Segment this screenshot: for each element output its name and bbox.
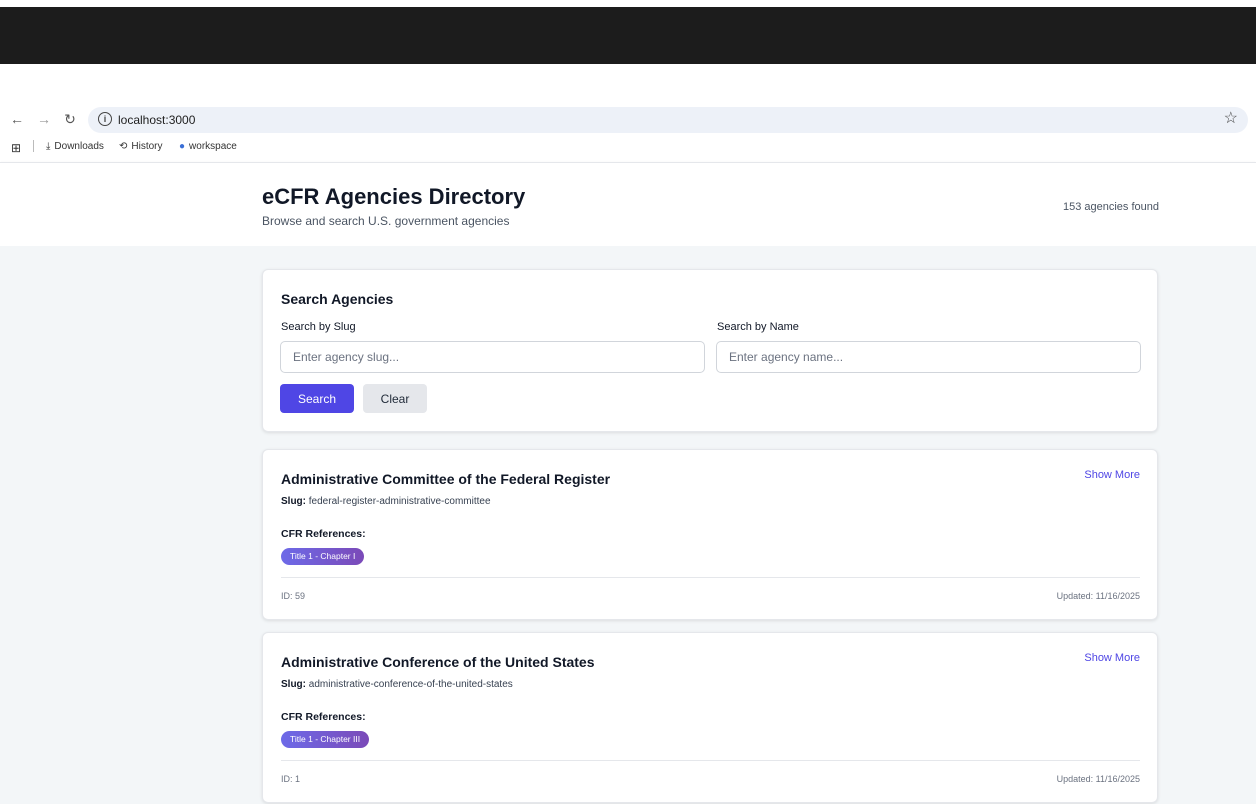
bookmark-star-icon[interactable]: ☆ (1224, 110, 1238, 128)
url-text[interactable]: localhost:3000 (118, 113, 195, 127)
agency-count: 153 agencies found (1062, 201, 1159, 213)
bookmark-label: Downloads (54, 141, 104, 152)
page-subtitle: Browse and search U.S. government agenci… (262, 214, 510, 228)
bookmarks-bar: ⊞ ⤓ Downloads ⟲ History ● workspace (0, 138, 1256, 156)
bookmark-history[interactable]: ⟲ History (119, 141, 163, 152)
forward-icon[interactable]: → (35, 110, 53, 128)
slug-prefix: Slug: (281, 496, 306, 507)
slug-prefix: Slug: (281, 679, 306, 690)
slug-search-input[interactable] (280, 341, 705, 373)
globe-icon: ● (179, 141, 186, 152)
card-divider (281, 760, 1140, 761)
slug-label: Search by Slug (281, 321, 356, 333)
agency-card: Administrative Conference of the United … (262, 632, 1158, 803)
browser-toolbar: ← → ↻ i localhost:3000 ☆ (0, 106, 1256, 133)
back-icon[interactable]: ← (8, 110, 26, 128)
search-title: Search Agencies (281, 291, 394, 307)
app-header: eCFR Agencies Directory Browse and searc… (0, 162, 1256, 246)
agency-slug: Slug: federal-register-administrative-co… (281, 496, 491, 507)
history-icon: ⟲ (119, 141, 128, 152)
card-divider (281, 577, 1140, 578)
bookmark-downloads[interactable]: ⤓ Downloads (46, 141, 104, 152)
cfr-references-label: CFR References: (281, 711, 366, 723)
window-top-bar (0, 7, 1256, 64)
cfr-reference-badge: Title 1 - Chapter III (281, 731, 370, 748)
name-label: Search by Name (717, 321, 799, 333)
agency-card: Administrative Committee of the Federal … (262, 449, 1158, 620)
bookmark-label: History (131, 141, 163, 152)
name-search-input[interactable] (716, 341, 1141, 373)
download-icon: ⤓ (46, 141, 51, 152)
show-more-button[interactable]: Show More (1084, 652, 1140, 664)
cfr-reference-badge: Title 1 - Chapter I (281, 548, 365, 565)
reload-icon[interactable]: ↻ (61, 110, 79, 128)
apps-grid-icon[interactable]: ⊞ (11, 141, 21, 155)
bookmark-workspace[interactable]: ● workspace (179, 141, 237, 152)
agency-name: Administrative Conference of the United … (281, 654, 595, 670)
agency-slug: Slug: administrative-conference-of-the-u… (281, 679, 513, 690)
page-title: eCFR Agencies Directory (262, 184, 526, 209)
agency-updated: Updated: 11/16/2025 (1056, 774, 1140, 784)
slug-value: administrative-conference-of-the-united-… (308, 679, 513, 690)
agency-id: ID: 59 (281, 591, 306, 601)
cfr-references-label: CFR References: (281, 528, 366, 540)
search-button[interactable]: Search (280, 384, 354, 413)
bookmarks-separator (33, 140, 34, 152)
main-content: Search Agencies Search by Slug Search by… (0, 246, 1256, 804)
site-info-icon[interactable]: i (98, 112, 112, 126)
agency-updated: Updated: 11/16/2025 (1056, 591, 1140, 601)
show-more-button[interactable]: Show More (1084, 469, 1140, 481)
slug-value: federal-register-administrative-committe… (308, 496, 491, 507)
agency-name: Administrative Committee of the Federal … (281, 471, 611, 487)
clear-button[interactable]: Clear (363, 384, 427, 413)
search-card: Search Agencies Search by Slug Search by… (262, 269, 1158, 432)
bookmark-label: workspace (189, 141, 237, 152)
address-bar[interactable]: i localhost:3000 ☆ (88, 107, 1248, 133)
agency-id: ID: 1 (281, 774, 301, 784)
